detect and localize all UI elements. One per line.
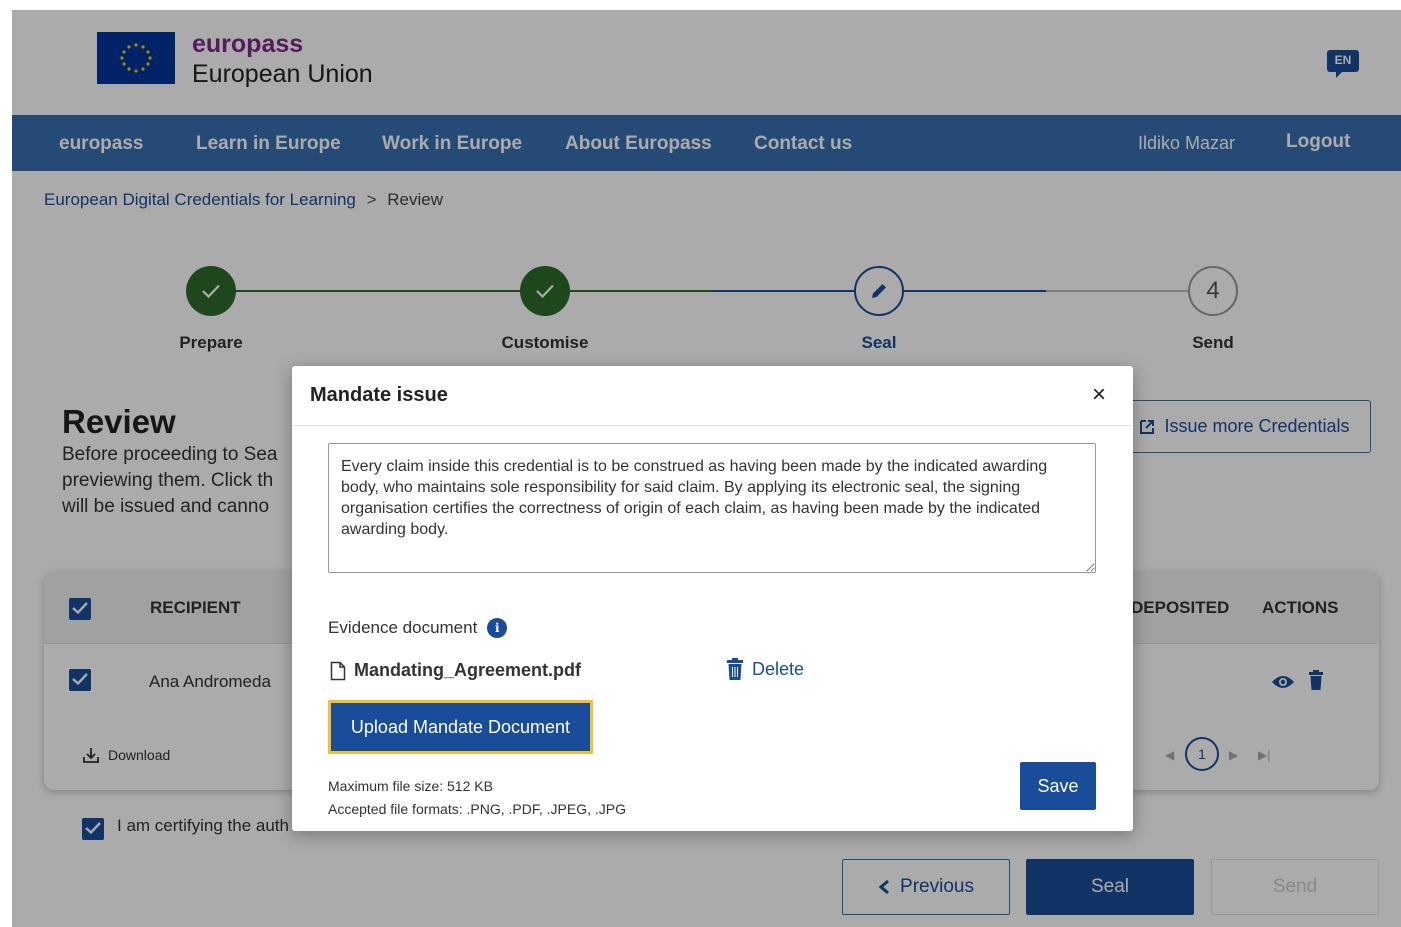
dialog-header: Mandate issue × <box>292 366 1133 426</box>
delete-file-link[interactable]: Delete <box>726 658 804 680</box>
info-icon[interactable]: i <box>487 618 508 638</box>
upload-mandate-button[interactable]: Upload Mandate Document <box>328 700 593 754</box>
save-button[interactable]: Save <box>1020 762 1096 810</box>
delete-label: Delete <box>752 658 805 679</box>
dialog-title: Mandate issue <box>310 384 448 406</box>
file-name: Mandating_Agreement.pdf <box>354 660 582 680</box>
max-file-size: Maximum file size: 512 KB <box>328 778 493 794</box>
mandate-text-area[interactable]: Every claim inside this credential is to… <box>328 443 1096 573</box>
evidence-document-label: Evidence document i <box>328 618 508 638</box>
page: europass European Union EN europass Lear… <box>12 10 1401 927</box>
mandate-issue-dialog: Mandate issue × Every claim inside this … <box>292 366 1133 831</box>
file-icon <box>330 661 346 680</box>
trash-icon <box>727 658 743 680</box>
uploaded-file: Mandating_Agreement.pdf <box>330 660 581 681</box>
accepted-formats: Accepted file formats: .PNG, .PDF, .JPEG… <box>328 801 626 817</box>
evidence-label-text: Evidence document <box>328 618 478 637</box>
close-icon[interactable]: × <box>1087 383 1111 408</box>
